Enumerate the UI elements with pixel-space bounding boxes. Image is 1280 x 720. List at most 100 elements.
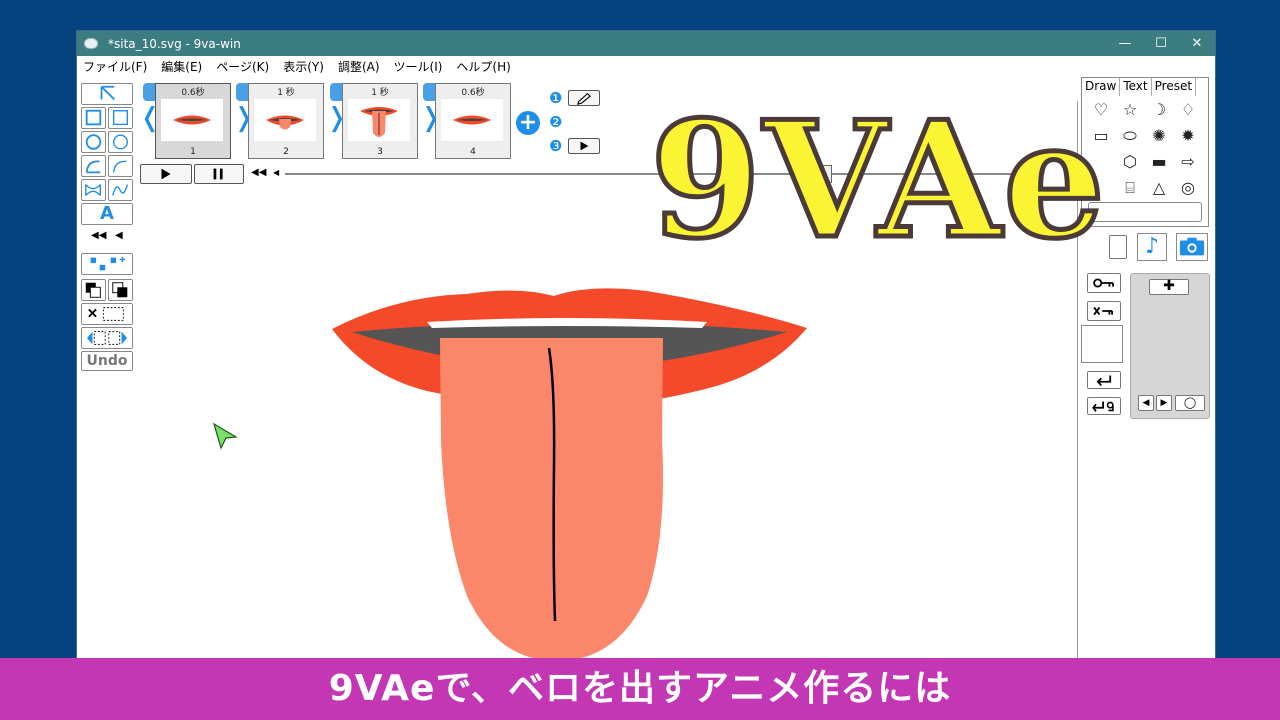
close-button[interactable]: ✕ bbox=[1179, 36, 1215, 51]
frame-number: 3 bbox=[377, 147, 383, 157]
wave-tool-button[interactable] bbox=[108, 179, 133, 201]
frame-duration: 0.6秒 bbox=[461, 88, 485, 98]
layer-prev-button[interactable]: ◀ bbox=[1138, 395, 1154, 411]
menu-view[interactable]: 表示(Y) bbox=[283, 58, 324, 75]
camera-button[interactable] bbox=[1176, 233, 1208, 261]
circle-tool-button[interactable] bbox=[108, 131, 133, 153]
frame-number: 4 bbox=[470, 147, 476, 157]
rewind-button[interactable]: ◀◀ bbox=[251, 167, 266, 178]
frame-4[interactable]: 0.6秒 4 bbox=[423, 83, 511, 159]
layer-record-button[interactable]: ◯ bbox=[1175, 395, 1205, 411]
flip-button[interactable] bbox=[81, 327, 133, 349]
delete-key-button[interactable] bbox=[1087, 301, 1121, 321]
pause-icon bbox=[213, 168, 223, 180]
burst-icon[interactable]: ✹ bbox=[1177, 126, 1199, 145]
delete-icon bbox=[88, 307, 124, 321]
arrow-right-icon[interactable]: ⇨ bbox=[1177, 152, 1199, 171]
wave-icon bbox=[112, 184, 128, 196]
menu-adjust[interactable]: 調整(A) bbox=[338, 58, 380, 75]
menu-help[interactable]: ヘルプ(H) bbox=[456, 58, 510, 75]
frame-1[interactable]: 0.6秒 1 bbox=[143, 83, 231, 159]
drawing-canvas[interactable] bbox=[317, 266, 817, 660]
play-icon bbox=[580, 141, 589, 151]
menu-edit[interactable]: 編集(E) bbox=[161, 58, 202, 75]
enter-9-icon bbox=[1092, 401, 1114, 412]
bring-front-button[interactable] bbox=[108, 279, 133, 301]
circle-outline-icon bbox=[113, 134, 128, 150]
align-tool-button[interactable] bbox=[81, 253, 133, 275]
cloud-icon[interactable]: ✺ bbox=[1148, 126, 1170, 145]
layer-back-icon bbox=[85, 282, 101, 298]
menu-page[interactable]: ページ(K) bbox=[216, 58, 269, 75]
moon-icon[interactable]: ☽ bbox=[1148, 100, 1170, 119]
rect-tool-button[interactable] bbox=[108, 107, 133, 129]
circle-fill-tool-button[interactable] bbox=[81, 131, 106, 153]
enter-button[interactable] bbox=[1087, 371, 1121, 389]
title-bar: *sita_10.svg - 9va-win — ☐ ✕ bbox=[77, 31, 1215, 56]
undo-button[interactable]: Undo bbox=[81, 351, 133, 371]
send-back-button[interactable] bbox=[81, 279, 106, 301]
hexagon-icon[interactable]: ⬡ bbox=[1119, 152, 1141, 171]
add-frame-button[interactable]: + bbox=[516, 111, 540, 135]
frame-duration: 1 秒 bbox=[277, 88, 295, 98]
play-button[interactable] bbox=[140, 164, 192, 184]
pyramid-icon[interactable]: △ bbox=[1148, 178, 1170, 197]
step-2-badge: ❷ bbox=[549, 113, 563, 131]
prev-page-button[interactable]: ◀◀ bbox=[91, 230, 106, 241]
bar-icon[interactable]: ▬ bbox=[1148, 152, 1170, 171]
preview-play-button[interactable] bbox=[568, 138, 600, 154]
color-swatch[interactable] bbox=[1081, 325, 1123, 363]
maximize-button[interactable]: ☐ bbox=[1143, 36, 1179, 51]
step-3-badge: ❸ bbox=[549, 137, 563, 155]
rect-fill-tool-button[interactable] bbox=[81, 107, 106, 129]
curve-fill-tool-button[interactable] bbox=[81, 155, 106, 177]
step-back-button[interactable]: ◀ bbox=[115, 230, 123, 241]
square-icon bbox=[85, 109, 102, 126]
arrow-cursor-icon bbox=[100, 85, 115, 101]
minimize-button[interactable]: — bbox=[1107, 36, 1143, 51]
menu-file[interactable]: ファイル(F) bbox=[83, 58, 147, 75]
wave-fill-tool-button[interactable] bbox=[81, 179, 106, 201]
frame-thumbnail bbox=[161, 99, 223, 141]
text-tool-button[interactable]: A bbox=[81, 203, 133, 225]
enter-9-button[interactable] bbox=[1087, 397, 1121, 415]
layer-next-button[interactable]: ▶ bbox=[1156, 395, 1172, 411]
edit-button[interactable] bbox=[568, 90, 600, 106]
caption-bar: 9VAeで、ベロを出すアニメ作るには bbox=[0, 658, 1280, 720]
circle-icon bbox=[85, 134, 102, 150]
tab-text[interactable]: Text bbox=[1120, 78, 1152, 96]
frame-duration: 0.6秒 bbox=[181, 88, 205, 98]
pause-button[interactable] bbox=[194, 164, 244, 184]
menu-tools[interactable]: ツール(I) bbox=[394, 58, 443, 75]
delete-button[interactable] bbox=[81, 303, 133, 325]
frame-thumbnail bbox=[441, 99, 503, 141]
drop-icon[interactable]: ♢ bbox=[1177, 100, 1199, 119]
oval-bubble-icon[interactable]: ⬭ bbox=[1119, 126, 1141, 146]
tab-preset[interactable]: Preset bbox=[1152, 78, 1197, 96]
square-outline-icon bbox=[113, 110, 128, 126]
pencil-icon bbox=[577, 92, 591, 105]
add-layer-button[interactable]: ✚ bbox=[1149, 279, 1189, 295]
frame-thumbnail bbox=[348, 99, 410, 141]
cursor-icon bbox=[212, 422, 238, 450]
edit-tool-button[interactable] bbox=[1109, 235, 1127, 259]
select-tool-button[interactable] bbox=[81, 83, 133, 105]
delete-key-icon bbox=[1093, 306, 1113, 316]
curve-tool-button[interactable] bbox=[108, 155, 133, 177]
bowtie-icon bbox=[85, 184, 101, 196]
window-title: *sita_10.svg - 9va-win bbox=[108, 36, 241, 51]
enter-icon bbox=[1096, 375, 1112, 386]
frame-3[interactable]: 1 秒 3 bbox=[330, 83, 418, 159]
frame-duration: 1 秒 bbox=[371, 88, 389, 98]
frame-number: 1 bbox=[190, 147, 196, 157]
app-icon bbox=[84, 38, 98, 49]
menu-bar: ファイル(F) 編集(E) ページ(K) 表示(Y) 調整(A) ツール(I) … bbox=[77, 56, 1215, 76]
star-icon[interactable]: ☆ bbox=[1119, 100, 1141, 119]
cylinder-icon[interactable]: ⌸ bbox=[1119, 178, 1141, 198]
ring-icon[interactable]: ◎ bbox=[1177, 178, 1199, 197]
music-icon[interactable]: ♪ bbox=[1137, 233, 1167, 261]
timeline-left-arrow[interactable]: ◀ bbox=[273, 168, 279, 177]
flip-icon bbox=[87, 331, 127, 345]
layer-front-icon bbox=[112, 282, 128, 298]
frame-2[interactable]: 1 秒 2 bbox=[236, 83, 324, 159]
